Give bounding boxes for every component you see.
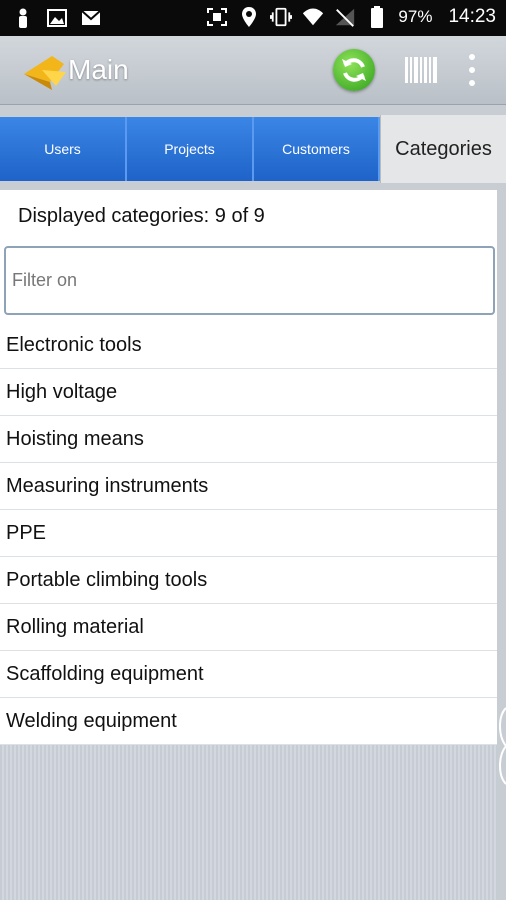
battery-icon	[366, 6, 388, 28]
person-icon	[12, 7, 34, 29]
filter-input[interactable]	[4, 246, 495, 315]
tab-customers[interactable]: Customers	[254, 117, 380, 181]
list-item[interactable]: Portable climbing tools	[0, 557, 497, 604]
overflow-menu-button[interactable]	[462, 54, 482, 86]
tab-projects[interactable]: Projects	[127, 117, 254, 181]
list-item[interactable]: High voltage	[0, 369, 497, 416]
mail-icon	[80, 7, 102, 29]
refresh-button[interactable]	[333, 49, 375, 91]
list-item[interactable]: Rolling material	[0, 604, 497, 651]
list-item[interactable]: Hoisting means	[0, 416, 497, 463]
tab-categories[interactable]: Categories	[380, 115, 506, 183]
battery-percentage: 97%	[398, 7, 433, 26]
categories-panel: Displayed categories: 9 of 9 Electronic …	[0, 190, 497, 900]
action-bar: Main	[0, 36, 506, 105]
side-drawer-handle[interactable]	[496, 706, 506, 786]
list-header: Displayed categories: 9 of 9	[0, 190, 497, 322]
app-title: Main	[68, 54, 129, 85]
list-item[interactable]: Scaffolding equipment	[0, 651, 497, 698]
barcode-scan-button[interactable]	[405, 57, 439, 83]
barcode-icon	[405, 57, 437, 83]
tab-users[interactable]: Users	[0, 117, 127, 181]
list-item[interactable]: Electronic tools	[0, 322, 497, 369]
no-signal-icon	[334, 6, 356, 28]
vibrate-icon	[270, 6, 293, 28]
status-time: 14:23	[448, 6, 496, 27]
refresh-icon	[342, 58, 366, 82]
app-logo-icon[interactable]	[22, 52, 72, 92]
image-icon	[46, 7, 68, 29]
scan-icon	[206, 6, 228, 28]
tab-bar: Users Projects Customers Categories	[0, 113, 506, 183]
displayed-count-label: Displayed categories: 9 of 9	[18, 205, 265, 227]
list-item[interactable]: PPE	[0, 510, 497, 557]
location-icon	[238, 6, 260, 28]
list-item[interactable]: Measuring instruments	[0, 463, 497, 510]
wifi-icon	[302, 6, 324, 28]
category-list: Electronic tools High voltage Hoisting m…	[0, 322, 497, 745]
overflow-menu-icon	[469, 54, 475, 60]
status-bar: 97% 14:23	[0, 0, 506, 36]
list-item[interactable]: Welding equipment	[0, 698, 497, 745]
